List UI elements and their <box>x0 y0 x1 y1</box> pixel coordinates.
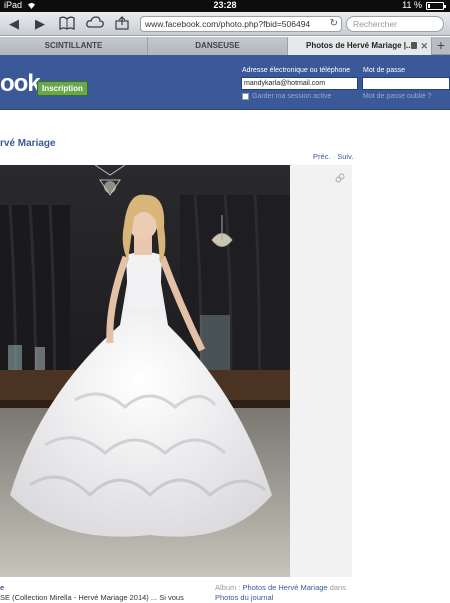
email-label: Adresse électronique ou téléphone <box>242 67 351 74</box>
battery-icon <box>426 2 446 10</box>
back-icon[interactable]: ◀ <box>6 16 22 32</box>
photo-container <box>0 165 352 577</box>
facebook-header: ook Inscription Adresse électronique ou … <box>0 55 450 110</box>
clock: 23:28 <box>213 0 237 10</box>
photo-nav: Préc. · Suiv. <box>313 152 354 161</box>
address-bar[interactable]: www.facebook.com/photo.php?fbid=506494 ↻ <box>140 16 342 32</box>
status-bar: iPad 23:28 11 % <box>0 0 450 12</box>
caption-author[interactable]: e <box>0 583 4 592</box>
album-label: Album : <box>215 583 241 592</box>
reload-icon[interactable]: ↻ <box>330 17 338 31</box>
battery-percent: 11 % <box>402 0 422 10</box>
close-tab-icon[interactable]: ✕ <box>420 37 428 55</box>
album-link[interactable]: Photos de Hervé Mariage <box>243 583 328 592</box>
address-bar-text: www.facebook.com/photo.php?fbid=506494 <box>145 19 311 29</box>
tab-danseuse[interactable]: DANSEUSE <box>148 37 288 55</box>
photo-caption: e SE (Collection Mirella - Hervé Mariage… <box>0 583 200 603</box>
password-field[interactable] <box>362 77 450 90</box>
search-input[interactable]: Rechercher <box>346 16 444 32</box>
page-title[interactable]: rvé Mariage <box>0 138 56 149</box>
tab-label: Photos de Hervé Mariage |... <box>306 41 413 50</box>
lock-icon <box>411 42 417 49</box>
cloud-tabs-icon[interactable] <box>86 16 104 32</box>
facebook-logo[interactable]: ook <box>0 70 41 98</box>
album-in: dans <box>329 583 346 592</box>
forgot-password-link[interactable]: Mot de passe oublié ? <box>363 93 432 100</box>
password-label: Mot de passe <box>363 67 406 74</box>
wedding-dress-photo[interactable] <box>0 165 290 577</box>
tab-scintillante[interactable]: SCINTILLANTE <box>0 37 148 55</box>
browser-toolbar: ◀ ▶ www.facebook.com/photo.php?fbid=5064… <box>0 12 450 36</box>
caption-text: SE (Collection Mirella - Hervé Mariage 2… <box>0 593 184 602</box>
signup-button[interactable]: Inscription <box>37 81 88 96</box>
remember-checkbox[interactable] <box>242 93 249 100</box>
album-info: Album : Photos de Hervé Mariage dans Pho… <box>215 583 355 603</box>
tab-bar: SCINTILLANTE DANSEUSE Photos de Hervé Ma… <box>0 37 450 55</box>
remember-label: Garder ma session active <box>252 93 332 100</box>
share-icon[interactable] <box>114 16 130 32</box>
journal-link[interactable]: Photos du journal <box>215 593 273 602</box>
next-link[interactable]: Suiv. <box>337 152 353 161</box>
expand-icon[interactable] <box>335 173 345 183</box>
new-tab-button[interactable]: + <box>432 37 450 55</box>
email-field[interactable]: mandykarla@hotmail.com <box>241 77 358 90</box>
prev-link[interactable]: Préc. <box>313 152 331 161</box>
forward-icon[interactable]: ▶ <box>32 16 48 32</box>
bookmarks-icon[interactable] <box>58 16 76 32</box>
tab-herve-mariage[interactable]: Photos de Hervé Mariage |... ✕ <box>288 37 432 55</box>
